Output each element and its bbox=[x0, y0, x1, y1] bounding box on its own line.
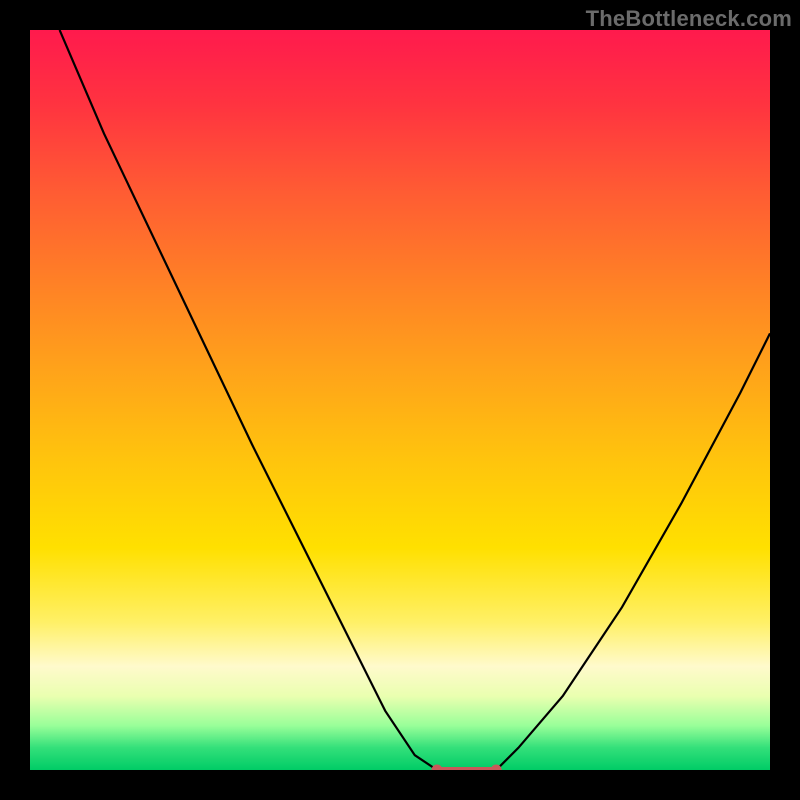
curve-layer bbox=[30, 30, 770, 770]
valley-left-dot bbox=[432, 765, 443, 771]
right-branch-path bbox=[496, 333, 770, 770]
watermark-text: TheBottleneck.com bbox=[586, 6, 792, 32]
left-branch-path bbox=[60, 30, 437, 770]
chart-frame: TheBottleneck.com bbox=[0, 0, 800, 800]
plot-area bbox=[30, 30, 770, 770]
